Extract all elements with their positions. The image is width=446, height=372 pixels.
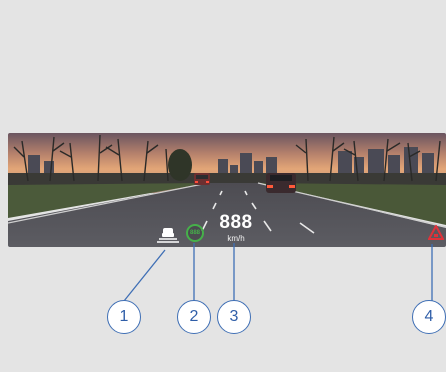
callout-1: 1 (107, 300, 141, 334)
callout-4: 4 (412, 300, 446, 334)
manual-figure: 888 888 km/h 1 2 3 4 (0, 0, 446, 372)
callout-3: 3 (217, 300, 251, 334)
callout-2: 2 (177, 300, 211, 334)
